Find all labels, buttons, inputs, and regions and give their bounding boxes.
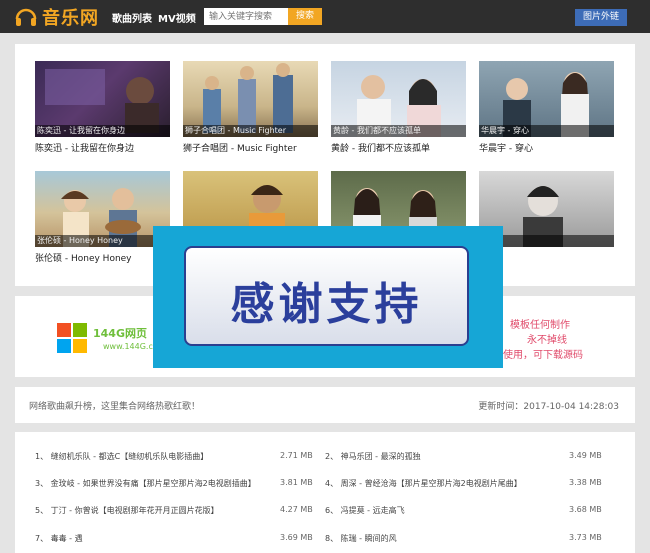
video-title[interactable]: 张伦硕 - Honey Honey <box>35 251 132 264</box>
video-thumbnail: 张伦硕 - Honey Honey <box>35 171 170 247</box>
thanks-text: 感谢支持 <box>230 279 423 330</box>
update-time: 更新时间：2017-10-04 14:28:03 <box>478 402 619 412</box>
logo-text: 音乐网 <box>42 7 99 29</box>
video-thumbnail: 狮子合唱团 - Music Fighter <box>183 61 318 137</box>
song-item[interactable]: 7、 毒毒 - 遇 <box>35 533 83 544</box>
song-size: 3.73 MB <box>569 533 602 542</box>
image-link-button[interactable]: 图片外链 <box>575 9 627 26</box>
video-card[interactable]: 张伦硕 - Honey Honey 张伦硕 - Honey Honey <box>35 171 170 266</box>
headphones-icon <box>14 5 38 29</box>
windows-logo-icon <box>57 323 87 353</box>
song-item[interactable]: 5、 丁汀 - 你曾说【电视剧那年花开月正圆片花版】 <box>35 505 219 516</box>
video-caption: 张伦硕 - Honey Honey <box>35 235 170 247</box>
ad-line: 模板任何制作 <box>510 320 570 331</box>
search-input[interactable] <box>204 8 288 25</box>
video-title[interactable]: 华晨宇 - 穿心 <box>479 141 533 154</box>
song-size: 3.81 MB <box>280 478 313 487</box>
ad-line: 永不掉线 <box>527 335 567 346</box>
video-caption: 陈奕迅 - 让我留在你身边 <box>35 125 170 137</box>
video-caption: 黄龄 - 我们都不应该孤单 <box>331 125 466 137</box>
song-size: 3.49 MB <box>569 451 602 460</box>
song-list-panel: 1、 缝纫机乐队 - 都选C【缝纫机乐队电影插曲】 2.71 MB 3、 金玟岐… <box>15 432 635 553</box>
video-title[interactable]: 狮子合唱团 - Music Fighter <box>183 141 297 154</box>
video-card[interactable]: 华晨宇 - 穿心 华晨宇 - 穿心 <box>479 61 614 156</box>
song-size: 3.69 MB <box>280 533 313 542</box>
chart-description: 网络歌曲飙升榜，这里集合网络热歌红歌！ <box>29 402 201 412</box>
site-logo[interactable]: 音乐网 <box>14 4 99 29</box>
song-item[interactable]: 6、 冯提莫 - 远走高飞 <box>325 505 405 516</box>
song-item[interactable]: 1、 缝纫机乐队 - 都选C【缝纫机乐队电影插曲】 <box>35 451 208 462</box>
video-thumbnail: 黄龄 - 我们都不应该孤单 <box>331 61 466 137</box>
video-title[interactable]: 黄龄 - 我们都不应该孤单 <box>331 141 430 154</box>
thanks-plate: 感谢支持 <box>184 246 469 346</box>
video-thumbnail: 华晨宇 - 穿心 <box>479 61 614 137</box>
video-title[interactable]: 陈奕迅 - 让我留在你身边 <box>35 141 134 154</box>
video-card[interactable]: 狮子合唱团 - Music Fighter 狮子合唱团 - Music Figh… <box>183 61 318 156</box>
thanks-overlay: 感谢支持 <box>153 226 503 368</box>
video-caption: 华晨宇 - 穿心 <box>479 125 614 137</box>
video-thumbnail: 陈奕迅 - 让我留在你身边 <box>35 61 170 137</box>
nav-song-list[interactable]: 歌曲列表 <box>112 10 152 25</box>
song-item[interactable]: 3、 金玟岐 - 如果世界没有痛【那片星空那片海2电视剧插曲】 <box>35 478 256 489</box>
top-header: 音乐网 歌曲列表 MV视频 搜索 图片外链 <box>0 0 650 33</box>
song-size: 3.68 MB <box>569 505 602 514</box>
nav-mv-video[interactable]: MV视频 <box>158 10 196 25</box>
video-card[interactable]: 陈奕迅 - 让我留在你身边 陈奕迅 - 让我留在你身边 <box>35 61 170 156</box>
song-size: 2.71 MB <box>280 451 313 460</box>
ad-domain: www.144G.co <box>103 342 158 351</box>
video-caption: 狮子合唱团 - Music Fighter <box>183 125 318 137</box>
song-item[interactable]: 4、 周深 - 曾经沧海【那片星空那片海2电视剧片尾曲】 <box>325 478 522 489</box>
song-item[interactable]: 2、 神马乐团 - 最深的孤独 <box>325 451 421 462</box>
search-button[interactable]: 搜索 <box>288 8 322 25</box>
ad-line: 使用，可下载源码 <box>503 350 583 361</box>
video-card[interactable]: 黄龄 - 我们都不应该孤单 黄龄 - 我们都不应该孤单 <box>331 61 466 156</box>
chart-info-bar: 网络歌曲飙升榜，这里集合网络热歌红歌！ 更新时间：2017-10-04 14:2… <box>15 387 635 423</box>
song-size: 4.27 MB <box>280 505 313 514</box>
song-item[interactable]: 8、 陈瑞 - 瞬间的风 <box>325 533 397 544</box>
ad-brand: 144G网页 <box>93 327 147 340</box>
song-size: 3.38 MB <box>569 478 602 487</box>
